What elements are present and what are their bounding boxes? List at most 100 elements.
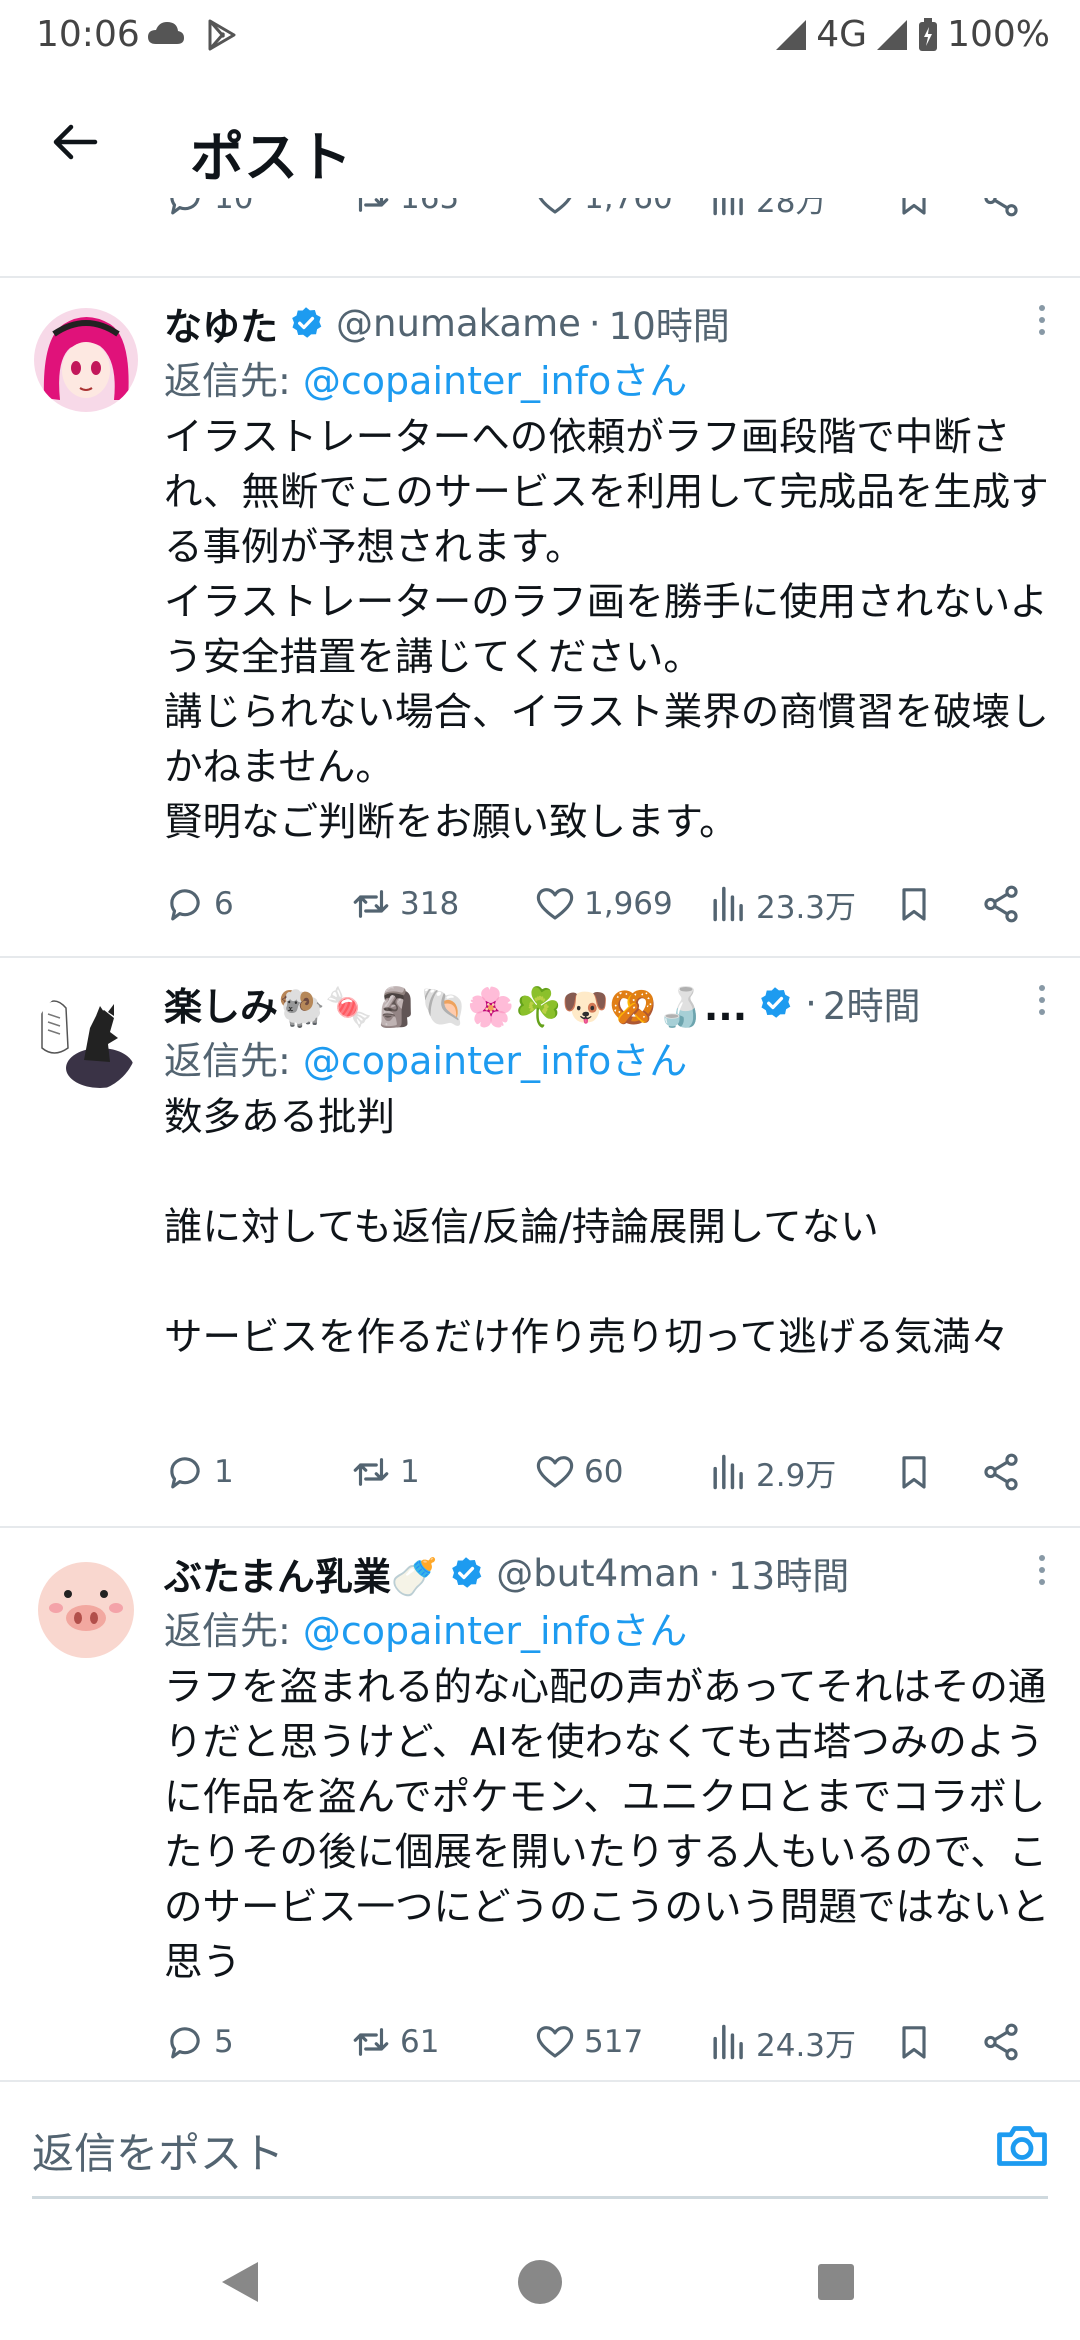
heart-icon [536,888,574,920]
like-button[interactable]: 1,760 [534,198,673,228]
repost-count: 1 [400,1454,420,1490]
post-time: 13時間 [728,1555,850,1598]
avatar[interactable] [34,1558,138,1662]
verified-badge-icon [292,307,322,338]
reply-composer: 返信をポスト [0,2082,1080,2202]
reply-button[interactable]: 6 [164,874,234,934]
reply-icon [170,198,200,215]
reply-mention-link[interactable]: @copainter_infoさん [303,1039,687,1083]
user-handle[interactable]: @numakame [336,302,581,345]
reply-context: 返信先: @copainter_infoさん [164,1030,687,1085]
bookmark-icon [902,888,926,921]
repost-button[interactable]: 165 [350,198,459,228]
nav-recents-button[interactable] [796,2242,876,2322]
verified-badge-icon [452,1557,482,1588]
bookmark-button[interactable] [894,2012,934,2072]
bookmark-icon [902,1456,926,1489]
display-name[interactable]: 楽しみ🐏🍬🗿🐚🌸☘️🐶🥨🍶... [164,976,747,1031]
reply-label: 返信先: [164,1609,303,1653]
bookmark-button[interactable] [894,1442,934,1502]
avatar[interactable] [34,308,138,412]
bookmark-button[interactable] [894,198,934,228]
reply-input[interactable]: 返信をポスト [32,2120,284,2181]
analytics-icon [713,1454,743,1490]
divider [0,956,1080,958]
reply-context: 返信先: @copainter_infoさん [164,1600,687,1655]
repost-button[interactable]: 318 [350,874,459,934]
post[interactable]: 楽しみ🐏🍬🗿🐚🌸☘️🐶🥨🍶... · 2時間 返信先: @copainter_i… [0,968,1080,1526]
separator-dot: · [708,1551,721,1595]
views-count: 2.9万 [756,1457,837,1494]
like-button[interactable]: 1,969 [534,874,673,934]
post-time: 10時間 [608,305,730,348]
reply-button[interactable]: 5 [164,2012,234,2072]
user-handle[interactable]: @but4man [496,1552,700,1595]
reply-mention-link[interactable]: @copainter_infoさん [303,1609,687,1653]
battery-icon [919,17,938,51]
views-count: 28万 [756,198,827,220]
network-type: 4G [816,14,868,55]
more-options-icon[interactable] [1032,300,1052,340]
repost-icon [358,198,389,212]
analytics-icon [713,198,743,216]
analytics-icon [713,2024,743,2060]
views-button[interactable]: 23.3万 [710,874,856,934]
repost-button[interactable]: 1 [350,1442,420,1502]
like-button[interactable]: 60 [534,1442,623,1502]
share-button[interactable] [980,198,1022,228]
reply-label: 返信先: [164,1039,303,1083]
share-button[interactable] [980,874,1022,934]
camera-icon[interactable] [992,2116,1052,2176]
reply-icon [170,2027,200,2059]
share-button[interactable] [980,2012,1022,2072]
display-name[interactable]: ぶたまん乳業🍼 [164,1546,438,1601]
reply-count: 10 [214,198,254,216]
views-button[interactable]: 24.3万 [710,2012,856,2072]
repost-icon [353,1458,389,1486]
reply-icon [170,889,200,921]
post-time: 2時間 [822,985,921,1028]
repost-button[interactable]: 61 [350,2012,439,2072]
reply-count: 1 [214,1454,234,1490]
previous-post-actions: 10 165 1,760 28万 [0,198,1080,246]
share-icon [984,885,1018,923]
back-button[interactable] [40,107,110,177]
post-text: ラフを盗まれる的な心配の声があってそれはその通りだと思うけど、AIを使わなくても… [164,1665,1050,1985]
bookmark-icon [902,198,926,215]
like-count: 60 [584,1454,624,1490]
verified-badge-icon [761,987,791,1018]
post[interactable]: ぶたまん乳業🍼 @but4man · 13時間 返信先: @copainter_… [0,1538,1080,2078]
play-store-icon [208,19,236,51]
display-name[interactable]: なゆた [164,296,278,351]
like-count: 517 [584,2024,644,2060]
status-bar: 10:06 4G 100% [0,0,1080,75]
reply-mention-link[interactable]: @copainter_infoさん [303,359,687,403]
status-time: 10:06 [36,14,140,55]
bookmark-button[interactable] [894,874,934,934]
nav-home-button[interactable] [500,2242,580,2322]
repost-icon [353,890,389,918]
more-options-icon[interactable] [1032,1550,1052,1590]
repost-count: 165 [400,198,460,216]
post[interactable]: なゆた @numakame · 10時間 返信先: @copainter_inf… [0,288,1080,956]
signal-icon [877,19,908,50]
separator-dot: · [805,981,817,1025]
bookmark-icon [902,2026,926,2059]
reply-button[interactable]: 1 [164,1442,234,1502]
views-button[interactable]: 2.9万 [710,1442,836,1502]
composer-underline [32,2196,1048,2199]
more-options-icon[interactable] [1032,980,1052,1020]
avatar-image [34,308,138,412]
square-recents-icon [818,2264,854,2300]
reply-button[interactable]: 10 [164,198,253,228]
share-icon [984,2023,1018,2061]
reply-icon [170,1457,200,1489]
post-text: 数多ある批判 誰に対しても返信/反論/持論展開してない サービスを作るだけ作り売… [164,1095,1010,1360]
share-button[interactable] [980,1442,1022,1502]
nav-back-button[interactable] [200,2242,280,2322]
cloud-icon [148,22,184,44]
views-button[interactable]: 28万 [710,198,826,228]
divider [0,1526,1080,1528]
like-button[interactable]: 517 [534,2012,643,2072]
avatar[interactable] [34,988,138,1092]
